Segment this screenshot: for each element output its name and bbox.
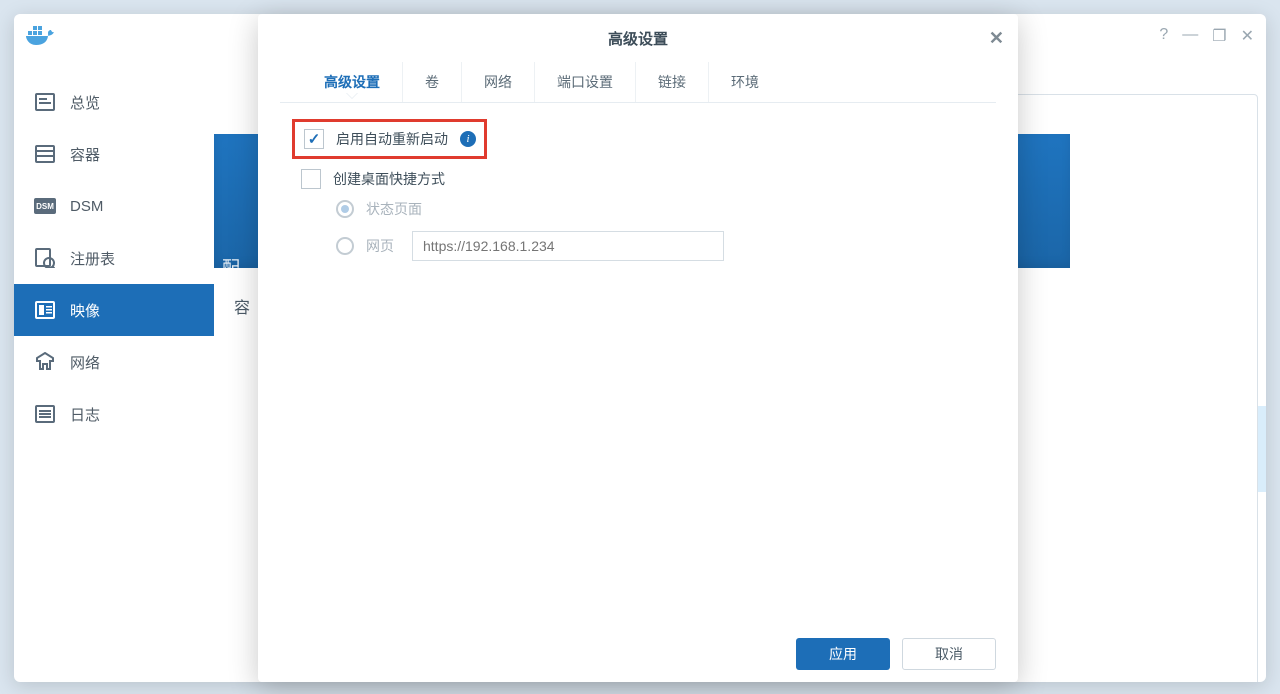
list-prefix: 容 [234, 294, 250, 318]
sidebar-item-overview[interactable]: 总览 [14, 76, 214, 128]
highlight-auto-restart: 启用自动重新启动 i [292, 119, 487, 159]
sidebar-item-label: DSM [70, 198, 103, 215]
sidebar-item-label: 网络 [70, 352, 100, 373]
docker-icon [26, 23, 56, 50]
tab-link[interactable]: 链接 [636, 62, 709, 102]
sidebar-item-label: 注册表 [70, 248, 115, 269]
cancel-button[interactable]: 取消 [902, 638, 996, 670]
sidebar-item-label: 映像 [70, 300, 100, 321]
registry-icon [34, 247, 56, 269]
sidebar-item-dsm[interactable]: DSM DSM [14, 180, 214, 232]
tab-volume[interactable]: 卷 [403, 62, 462, 102]
auto-restart-label: 启用自动重新启动 [336, 129, 448, 149]
sidebar-item-container[interactable]: 容器 [14, 128, 214, 180]
modal-footer: 应用 取消 [258, 626, 1018, 682]
create-shortcut-checkbox[interactable] [301, 169, 321, 189]
sidebar-item-label: 总览 [70, 92, 100, 113]
close-window-icon[interactable]: ✕ [1241, 26, 1254, 46]
web-page-radio[interactable] [336, 237, 354, 255]
image-icon [34, 299, 56, 321]
minimize-icon[interactable]: — [1182, 26, 1198, 46]
modal-title-text: 高级设置 [608, 28, 668, 49]
tab-network[interactable]: 网络 [462, 62, 535, 102]
status-page-label: 状态页面 [366, 199, 422, 219]
tab-advanced[interactable]: 高级设置 [302, 62, 403, 102]
window-controls: ? — ❐ ✕ [1159, 26, 1254, 46]
web-page-label: 网页 [366, 236, 400, 256]
sidebar-item-registry[interactable]: 注册表 [14, 232, 214, 284]
status-page-radio[interactable] [336, 200, 354, 218]
sidebar-item-label: 日志 [70, 404, 100, 425]
overview-icon [34, 91, 56, 113]
tab-port[interactable]: 端口设置 [535, 62, 636, 102]
advanced-settings-modal: 高级设置 ✕ 高级设置 卷 网络 端口设置 链接 环境 启用自动重新启动 i 创… [258, 14, 1018, 682]
tab-env[interactable]: 环境 [709, 62, 781, 102]
dsm-icon: DSM [34, 195, 56, 217]
apply-button[interactable]: 应用 [796, 638, 890, 670]
sidebar-item-label: 容器 [70, 144, 100, 165]
banner-text-fragment: 配 [222, 254, 240, 280]
help-icon[interactable]: ? [1159, 26, 1168, 46]
sidebar-item-image[interactable]: 映像 [14, 284, 214, 336]
network-icon [34, 351, 56, 373]
auto-restart-checkbox[interactable] [304, 129, 324, 149]
info-icon[interactable]: i [460, 131, 476, 147]
web-url-input[interactable] [412, 231, 724, 261]
maximize-icon[interactable]: ❐ [1212, 26, 1226, 46]
svg-text:DSM: DSM [36, 202, 54, 211]
modal-title: 高级设置 ✕ [258, 14, 1018, 62]
log-icon [34, 403, 56, 425]
container-icon [34, 143, 56, 165]
sidebar-item-network[interactable]: 网络 [14, 336, 214, 388]
sidebar: 总览 容器 DSM DSM 注册表 映像 网络 [14, 58, 214, 682]
modal-body: 启用自动重新启动 i 创建桌面快捷方式 状态页面 网页 [258, 103, 1018, 626]
sidebar-item-log[interactable]: 日志 [14, 388, 214, 440]
close-icon[interactable]: ✕ [989, 28, 1004, 49]
create-shortcut-label: 创建桌面快捷方式 [333, 169, 445, 189]
modal-tabs: 高级设置 卷 网络 端口设置 链接 环境 [280, 62, 996, 103]
